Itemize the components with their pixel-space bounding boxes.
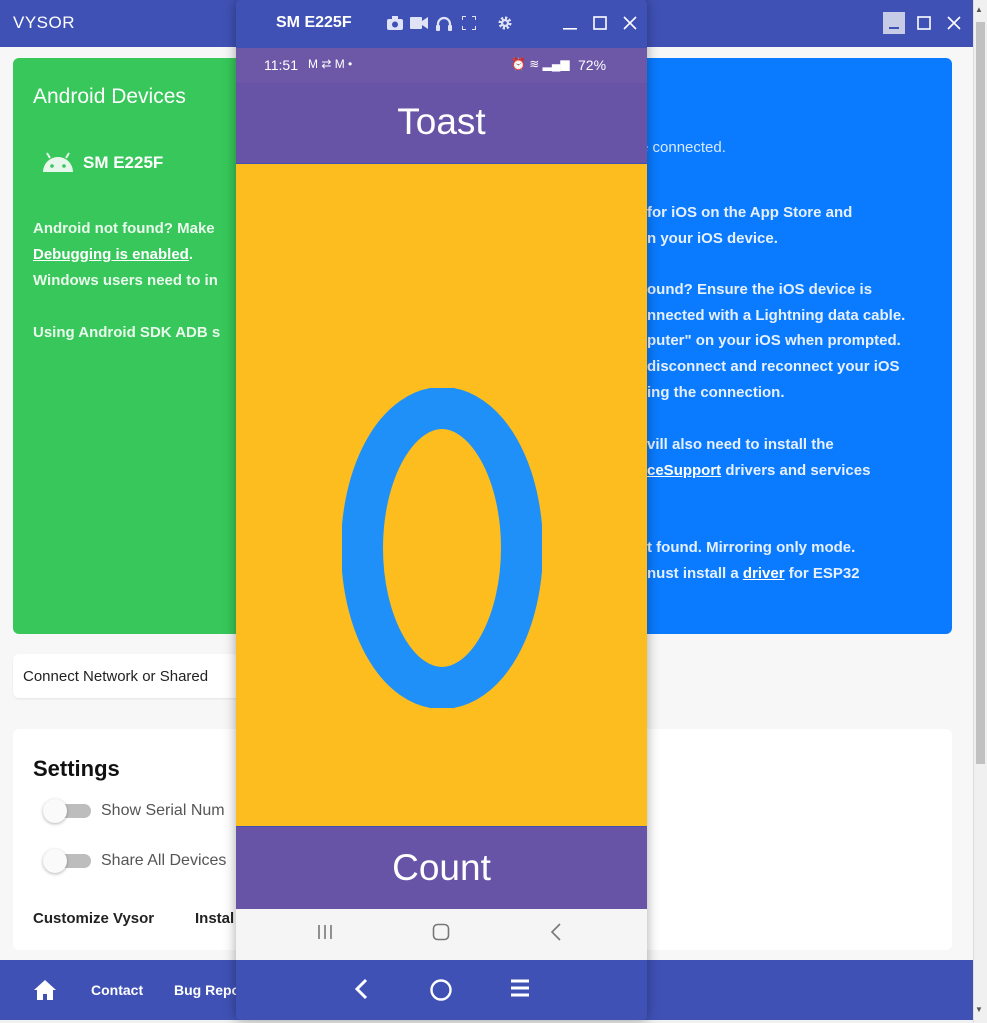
- minimize-icon: [563, 28, 577, 30]
- minimize-button[interactable]: [883, 12, 905, 34]
- status-bar: 11:51 M ⇄ M • ⏰ ≋ ▂▄▆ 72%: [236, 48, 647, 83]
- maximize-button[interactable]: [913, 12, 935, 34]
- camera-icon: [387, 16, 403, 30]
- device-support-link[interactable]: ceSupport: [647, 462, 721, 479]
- driver-link[interactable]: driver: [743, 565, 785, 582]
- counter-text: 0: [442, 547, 443, 549]
- ios-help-line: disconnect and reconnect your iOS: [647, 358, 900, 375]
- menu-icon[interactable]: [510, 978, 530, 998]
- ios-connected-text: e connected.: [640, 139, 726, 156]
- counter-value: 0: [236, 387, 647, 713]
- phone-mirror-window: SM E225F 11:51 M ⇄ M • ⏰ ≋ ▂▄▆ 72% Toast…: [236, 0, 647, 1020]
- fullscreen-button[interactable]: [459, 13, 479, 33]
- ios-help-fragment: for ESP32: [784, 565, 860, 582]
- ios-help-line: for iOS on the App Store and: [647, 204, 853, 221]
- android-device-item[interactable]: SM E225F: [41, 152, 163, 174]
- android-help-line: Using Android SDK ADB s: [33, 324, 221, 341]
- screenshot-button[interactable]: [385, 13, 405, 33]
- count-button[interactable]: Count: [236, 827, 647, 909]
- ios-help-line: n your iOS device.: [647, 230, 778, 247]
- vysor-app-title: VYSOR: [13, 13, 76, 32]
- android-help-text: Android not found? Make Debugging is ena…: [33, 216, 220, 346]
- notification-icons: M ⇄ M •: [308, 57, 353, 71]
- audio-button[interactable]: [434, 13, 454, 33]
- ios-help-line: vill also need to install the: [647, 436, 834, 453]
- bug-report-link[interactable]: Bug Repo: [174, 982, 240, 998]
- app-bar: Toast: [236, 83, 647, 163]
- record-button[interactable]: [409, 13, 429, 33]
- maximize-icon: [593, 16, 607, 30]
- android-nav-bar: [236, 909, 647, 960]
- share-devices-toggle-row[interactable]: Share All Devices: [43, 849, 227, 873]
- video-icon: [410, 17, 428, 29]
- share-devices-label: Share All Devices: [101, 852, 227, 869]
- status-time: 11:51: [264, 57, 298, 73]
- home-icon[interactable]: [33, 979, 57, 1001]
- home-icon[interactable]: [432, 923, 450, 941]
- connect-network-label: Connect Network or Shared: [23, 668, 209, 685]
- scroll-down-arrow-icon[interactable]: ▼: [975, 1005, 983, 1014]
- ios-help-line: nust install a driver for ESP32: [647, 561, 860, 587]
- android-help-line: Android not found? Make: [33, 220, 215, 237]
- show-serial-toggle-row[interactable]: Show Serial Num: [43, 799, 225, 823]
- ios-help-line: ound? Ensure the iOS device is: [647, 281, 873, 298]
- android-help-line: Debugging is enabled.: [33, 242, 220, 268]
- scrollbar-thumb[interactable]: [976, 22, 985, 764]
- ios-help-fragment: drivers and services: [721, 462, 871, 479]
- android-devices-heading: Android Devices: [33, 85, 186, 108]
- customize-vysor-link[interactable]: Customize Vysor: [33, 910, 154, 927]
- share-devices-toggle[interactable]: [43, 849, 91, 873]
- minimize-icon: [889, 27, 899, 29]
- phone-close-button[interactable]: [620, 13, 640, 33]
- contact-link[interactable]: Contact: [91, 982, 143, 998]
- phone-maximize-button[interactable]: [590, 13, 610, 33]
- counter-area: 0: [236, 164, 647, 826]
- install-link[interactable]: Instal: [195, 910, 234, 927]
- gear-icon: [498, 16, 512, 30]
- close-icon: [623, 16, 637, 30]
- settings-button[interactable]: [495, 13, 515, 33]
- ios-help-line: nnected with a Lightning data cable.: [647, 307, 906, 324]
- close-icon: [947, 16, 961, 30]
- ios-help-line: ceSupport drivers and services: [647, 458, 870, 484]
- headphones-icon: [436, 16, 452, 31]
- back-icon[interactable]: [549, 923, 563, 941]
- android-help-spacer: [33, 294, 220, 320]
- fullscreen-icon: [462, 16, 476, 30]
- ios-help-line: puter" on your iOS when prompted.: [647, 332, 901, 349]
- show-serial-label: Show Serial Num: [101, 802, 225, 819]
- connectivity-icons: ⏰ ≋ ▂▄▆: [511, 57, 570, 71]
- usb-debugging-link[interactable]: Debugging is enabled: [33, 246, 189, 263]
- toast-button[interactable]: Toast: [236, 101, 647, 143]
- ios-help-fragment: nust install a: [647, 565, 743, 582]
- scroll-up-arrow-icon[interactable]: ▲: [975, 5, 983, 14]
- back-icon[interactable]: [354, 978, 368, 1000]
- phone-screen[interactable]: 11:51 M ⇄ M • ⏰ ≋ ▂▄▆ 72% Toast 0 Count: [236, 48, 647, 960]
- counter-digit: 0: [340, 387, 543, 709]
- android-help-punct: .: [188, 246, 194, 263]
- ios-help-line: t found. Mirroring only mode.: [647, 539, 856, 556]
- phone-minimize-button[interactable]: [560, 13, 580, 33]
- ios-help-line: ing the connection.: [647, 384, 785, 401]
- android-help-line: Windows users need to in: [33, 272, 218, 289]
- settings-title: Settings: [33, 756, 120, 781]
- phone-control-bar: [236, 960, 647, 1020]
- android-icon: [43, 152, 73, 172]
- recent-apps-icon[interactable]: [316, 923, 334, 941]
- show-serial-toggle[interactable]: [43, 799, 91, 823]
- count-button-label: Count: [392, 847, 491, 888]
- android-device-name: SM E225F: [83, 153, 164, 172]
- maximize-icon: [917, 16, 931, 30]
- phone-titlebar: SM E225F: [236, 0, 647, 48]
- close-button[interactable]: [943, 12, 965, 34]
- battery-level: 72%: [578, 57, 607, 73]
- phone-window-title: SM E225F: [276, 14, 352, 31]
- home-icon[interactable]: [429, 978, 453, 1002]
